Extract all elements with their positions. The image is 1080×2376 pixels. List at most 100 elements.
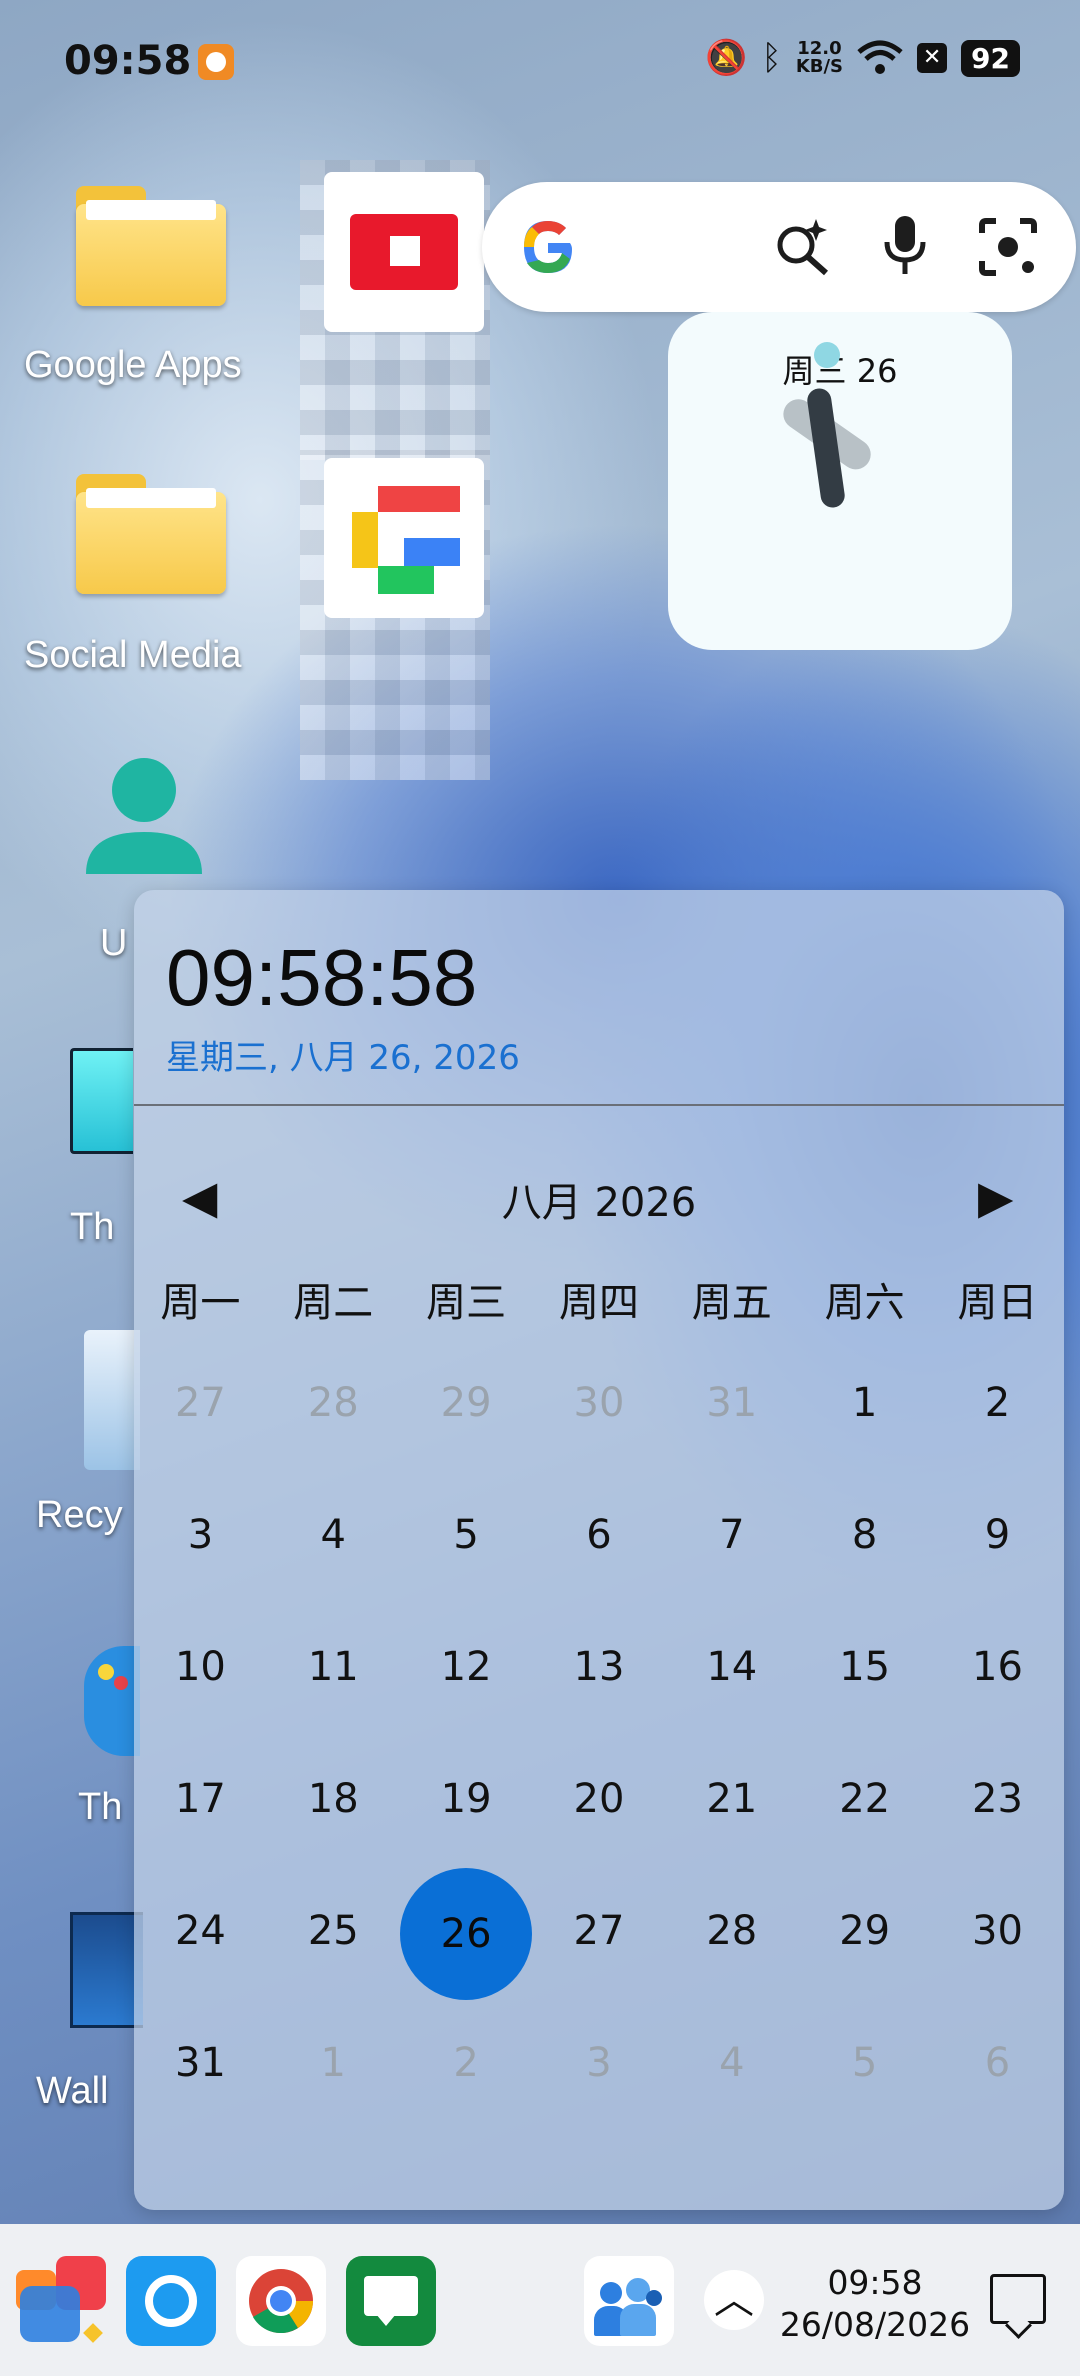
ai-search-icon[interactable] bbox=[772, 217, 832, 277]
calendar-day[interactable]: 4 bbox=[267, 1506, 400, 1638]
chrome-icon[interactable] bbox=[236, 2256, 326, 2346]
desktop-icon-recycle-bin[interactable]: Recy bbox=[30, 1330, 140, 1550]
calendar-day[interactable]: 29 bbox=[798, 1902, 931, 2034]
calendar-full-date-link[interactable]: 星期三, 八月 26, 2026 bbox=[166, 1030, 520, 1079]
calendar-day[interactable]: 10 bbox=[134, 1638, 267, 1770]
calendar-day[interactable]: 1 bbox=[267, 2034, 400, 2166]
desktop-icon-label: U bbox=[100, 922, 128, 964]
calendar-time: 09:58:58 bbox=[166, 933, 478, 1022]
calendar-day[interactable]: 5 bbox=[400, 1506, 533, 1638]
calendar-day[interactable]: 31 bbox=[134, 2034, 267, 2166]
calendar-day[interactable]: 30 bbox=[931, 1902, 1064, 2034]
calendar-day[interactable]: 25 bbox=[267, 1902, 400, 2034]
calendar-day[interactable]: 3 bbox=[134, 1506, 267, 1638]
weekday-label: 周四 bbox=[558, 1280, 639, 1326]
people-icon[interactable] bbox=[584, 2256, 674, 2346]
clock-widget-date: 周三 26 bbox=[782, 352, 898, 390]
calendar-day-number: 16 bbox=[972, 1644, 1023, 1690]
calendar-day[interactable]: 28 bbox=[665, 1902, 798, 2034]
status-icons: 🔕 ᛒ 12.0 KB/S ✕ 92 bbox=[705, 38, 1020, 78]
calendar-week-row: 17 18 19 20 21 22 23 bbox=[134, 1770, 1064, 1902]
taskbar-clock[interactable]: 09:58 26/08/2026 bbox=[770, 2262, 980, 2346]
calendar-weeks: 27 28 29 30 31 1 2 3 4 5 6 7 8 9 10 11 12 13 14 15 16 17 18 19 2… bbox=[134, 1374, 1064, 2166]
calendar-day-number: 2 bbox=[453, 2040, 479, 2086]
calendar-day[interactable]: 13 bbox=[533, 1638, 666, 1770]
desktop-icon-google-apps[interactable]: Google Apps bbox=[10, 186, 270, 396]
analog-clock-widget[interactable]: 周三 26 bbox=[668, 312, 1012, 650]
calendar-day[interactable]: 8 bbox=[798, 1506, 931, 1638]
calendar-day[interactable]: 6 bbox=[931, 2034, 1064, 2166]
calendar-day[interactable]: 2 bbox=[400, 2034, 533, 2166]
calendar-day[interactable]: 23 bbox=[931, 1770, 1064, 1902]
google-search-widget[interactable] bbox=[482, 182, 1076, 312]
calendar-day[interactable]: 7 bbox=[665, 1506, 798, 1638]
taskbar: ︿ 09:58 26/08/2026 bbox=[0, 2224, 1080, 2376]
colored-app-icon bbox=[352, 486, 460, 594]
calendar-day[interactable]: 1 bbox=[798, 1374, 931, 1506]
calendar-day[interactable]: 17 bbox=[134, 1770, 267, 1902]
calendar-day[interactable]: 12 bbox=[400, 1638, 533, 1770]
desktop-icon-wallpaper[interactable]: Wall bbox=[36, 1912, 143, 2132]
app-tile-colored[interactable] bbox=[324, 458, 484, 618]
calendar-day[interactable]: 16 bbox=[931, 1638, 1064, 1770]
calendar-day[interactable]: 30 bbox=[533, 1374, 666, 1506]
next-month-button[interactable]: ▶ bbox=[978, 1172, 1013, 1222]
calendar-day-number: 1 bbox=[851, 1380, 878, 1426]
desktop-icon-this-pc[interactable]: Th bbox=[60, 1048, 140, 1268]
network-speed: 12.0 KB/S bbox=[796, 40, 843, 76]
wifi-icon bbox=[857, 40, 903, 74]
notification-center-icon[interactable] bbox=[990, 2274, 1046, 2339]
status-bar: 09:58 🔕 ᛒ 12.0 KB/S ✕ 92 bbox=[0, 0, 1080, 120]
app-tile-red[interactable] bbox=[324, 172, 484, 332]
calendar-day-today[interactable]: 26 bbox=[400, 1868, 533, 2034]
calendar-month-title[interactable]: 八月 2026 bbox=[134, 1170, 1064, 1228]
calendar-day[interactable]: 21 bbox=[665, 1770, 798, 1902]
desktop-icon-themes[interactable]: Th bbox=[60, 1636, 140, 1836]
calendar-day[interactable]: 29 bbox=[400, 1374, 533, 1506]
cortana-icon[interactable] bbox=[126, 2256, 216, 2346]
calendar-day[interactable]: 31 bbox=[665, 1374, 798, 1506]
calendar-week-row: 31 1 2 3 4 5 6 bbox=[134, 2034, 1064, 2166]
calendar-day-number: 4 bbox=[320, 1512, 346, 1558]
recycle-bin-icon bbox=[84, 1330, 140, 1470]
calendar-day-number: 27 bbox=[174, 1380, 226, 1426]
calendar-day-number: 18 bbox=[307, 1776, 359, 1822]
chevron-up-icon[interactable]: ︿ bbox=[704, 2270, 764, 2330]
messages-icon[interactable] bbox=[346, 2256, 436, 2346]
calendar-day[interactable]: 15 bbox=[798, 1638, 931, 1770]
calendar-day-number: 30 bbox=[972, 1908, 1023, 1954]
app-notification-icon bbox=[198, 44, 234, 80]
start-menu-icon[interactable] bbox=[16, 2256, 106, 2346]
calendar-day-number: 11 bbox=[307, 1644, 359, 1690]
calendar-day[interactable]: 22 bbox=[798, 1770, 931, 1902]
calendar-day[interactable]: 27 bbox=[134, 1374, 267, 1506]
calendar-day[interactable]: 11 bbox=[267, 1638, 400, 1770]
calendar-week-row: 3 4 5 6 7 8 9 bbox=[134, 1506, 1064, 1638]
desktop-icon-social-media[interactable]: Social Media bbox=[10, 474, 270, 684]
calendar-day[interactable]: 2 bbox=[931, 1374, 1064, 1506]
wallpaper-icon bbox=[70, 1912, 143, 2028]
calendar-day[interactable]: 24 bbox=[134, 1902, 267, 2034]
desktop-icon-label: Google Apps bbox=[24, 344, 242, 386]
desktop-icon-label: Wall bbox=[36, 2070, 109, 2112]
bluetooth-icon: ᛒ bbox=[761, 38, 782, 78]
calendar-day[interactable]: 27 bbox=[533, 1902, 666, 2034]
calendar-day[interactable]: 18 bbox=[267, 1770, 400, 1902]
calendar-day-number: 28 bbox=[706, 1908, 758, 1954]
calendar-day-number: 28 bbox=[307, 1380, 359, 1426]
net-speed-unit: KB/S bbox=[795, 56, 844, 77]
calendar-day[interactable]: 6 bbox=[533, 1506, 666, 1638]
calendar-day-number: 29 bbox=[839, 1908, 891, 1954]
calendar-day[interactable]: 20 bbox=[533, 1770, 666, 1902]
calendar-day[interactable]: 9 bbox=[931, 1506, 1064, 1638]
calendar-day-number: 29 bbox=[440, 1380, 492, 1426]
taskbar-date: 26/08/2026 bbox=[779, 2305, 971, 2344]
microphone-icon[interactable] bbox=[880, 214, 930, 278]
calendar-day[interactable]: 14 bbox=[665, 1638, 798, 1770]
calendar-day[interactable]: 28 bbox=[267, 1374, 400, 1506]
calendar-day[interactable]: 4 bbox=[665, 2034, 798, 2166]
calendar-day[interactable]: 3 bbox=[533, 2034, 666, 2166]
calendar-day-number: 26 bbox=[400, 1868, 533, 2000]
calendar-day[interactable]: 5 bbox=[798, 2034, 931, 2166]
lens-camera-icon[interactable] bbox=[976, 217, 1040, 277]
